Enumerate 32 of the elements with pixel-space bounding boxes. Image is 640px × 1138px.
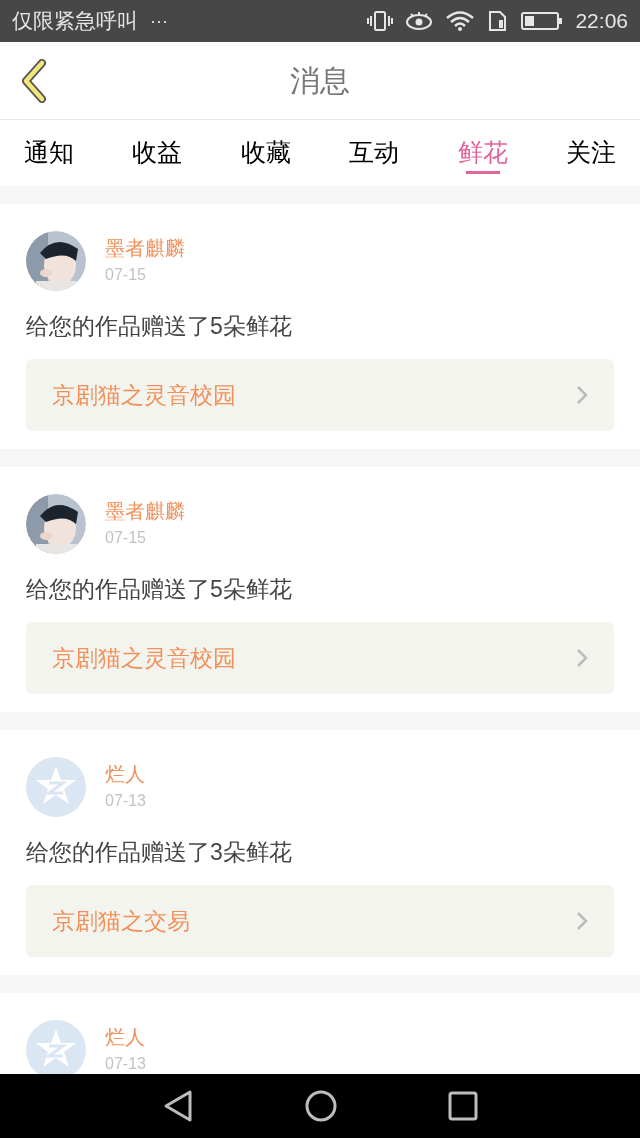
- tab[interactable]: 收藏: [240, 120, 291, 186]
- chevron-right-icon: [576, 648, 588, 668]
- tab[interactable]: 互动: [349, 120, 400, 186]
- vibrate-icon: [367, 10, 394, 32]
- message-date: 07-15: [105, 528, 147, 548]
- eye-icon: [405, 11, 434, 31]
- wifi-icon: [445, 10, 476, 32]
- sender-name: 墨者麒麟: [105, 499, 185, 524]
- message-text: 给您的作品赠送了5朵鲜花: [26, 312, 293, 341]
- back-nav-icon[interactable]: [162, 1089, 194, 1123]
- clock-text: 22:06: [575, 8, 628, 35]
- tab-underline: [465, 171, 500, 174]
- page-title: 消息: [290, 63, 350, 99]
- message-text: 给您的作品赠送了5朵鲜花: [26, 575, 293, 604]
- tab[interactable]: 收益: [132, 120, 183, 186]
- sender-name: 烂人: [105, 1025, 146, 1050]
- message-text: 给您的作品赠送了3朵鲜花: [26, 838, 293, 867]
- tab[interactable]: 关注: [565, 120, 616, 186]
- battery-icon: [521, 11, 564, 31]
- home-nav-icon[interactable]: [304, 1089, 338, 1123]
- default-avatar-icon: [26, 757, 86, 817]
- sender-name: 烂人: [105, 762, 146, 787]
- message-date: 07-15: [105, 265, 147, 285]
- recents-nav-icon[interactable]: [448, 1091, 478, 1121]
- notification-more: ···: [150, 9, 168, 33]
- message-date: 07-13: [105, 1054, 146, 1074]
- chevron-right-icon: [576, 385, 588, 405]
- tab[interactable]: 通知: [24, 120, 74, 186]
- carrier-text: 仅限紧急呼叫: [12, 8, 138, 35]
- chevron-right-icon: [576, 911, 588, 931]
- sender-name: 墨者麒麟: [105, 236, 185, 261]
- message-date: 07-13: [105, 791, 146, 811]
